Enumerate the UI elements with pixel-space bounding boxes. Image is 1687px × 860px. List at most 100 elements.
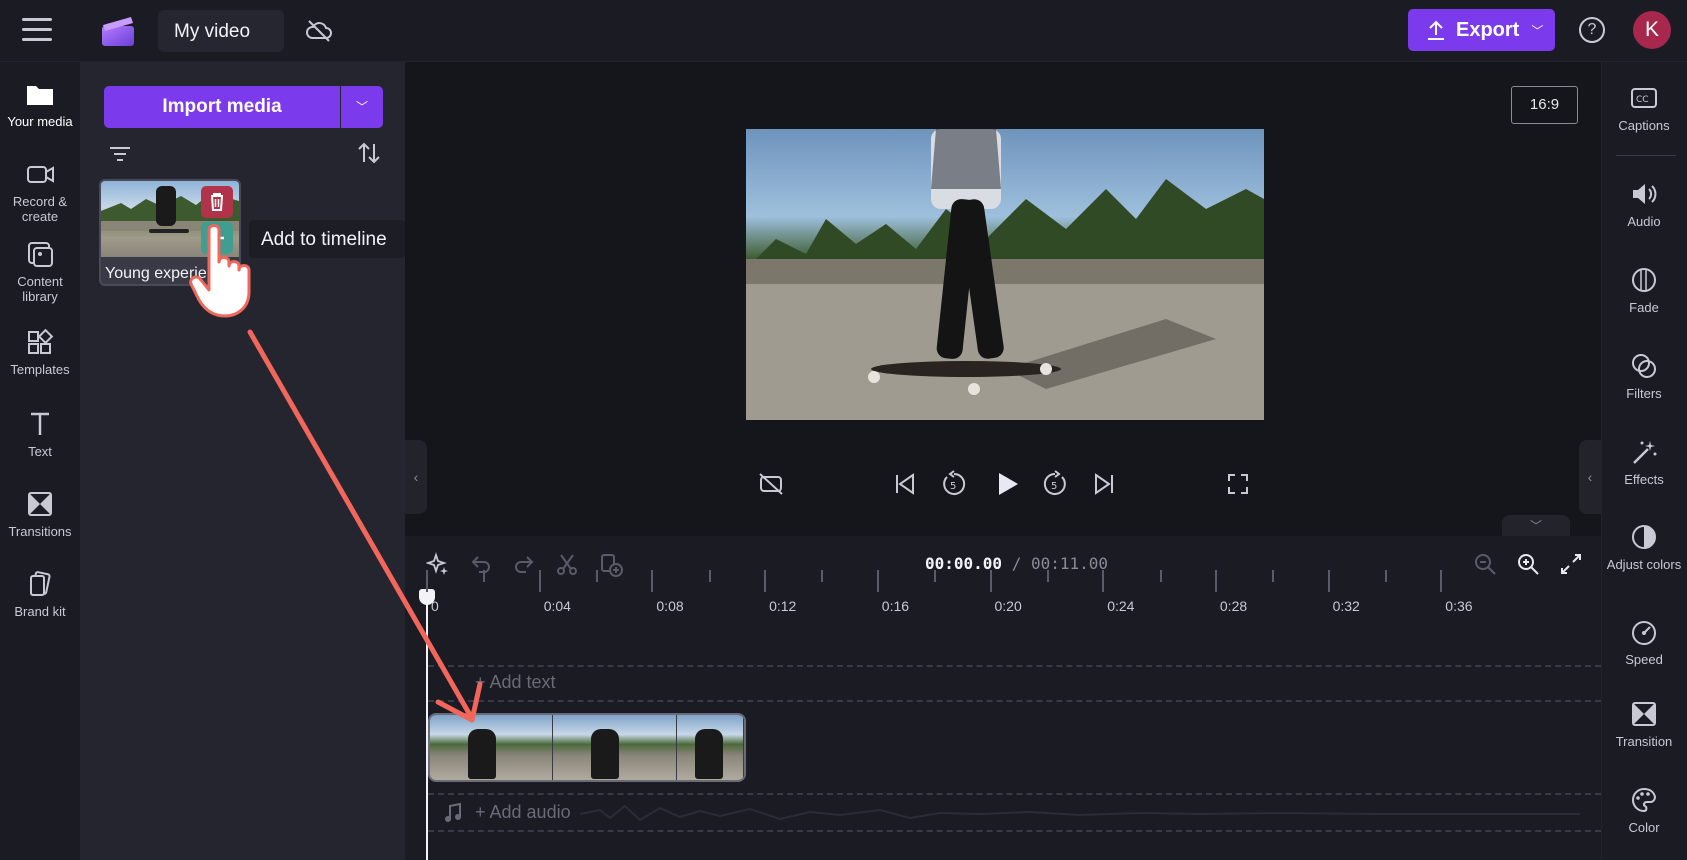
audio-track-divider	[428, 830, 1601, 832]
nav-transitions[interactable]: Transitions	[0, 490, 80, 539]
captions-icon: CC	[1629, 84, 1659, 112]
toggle-preview-icon[interactable]	[758, 472, 784, 496]
svg-text:5: 5	[950, 481, 956, 492]
nav-text[interactable]: Text	[0, 410, 80, 459]
clip-frame	[553, 715, 677, 780]
video-clip[interactable]	[428, 713, 746, 782]
magic-sparkle-icon[interactable]	[426, 552, 450, 576]
svg-text:CC: CC	[1636, 95, 1649, 105]
forward-5-icon[interactable]: 5	[1041, 470, 1069, 498]
right-nav-divider	[1616, 155, 1676, 156]
skip-back-icon[interactable]	[893, 472, 917, 496]
ruler-minor-tick	[1384, 570, 1387, 582]
nav-audio[interactable]: Audio	[1601, 180, 1687, 229]
fullscreen-icon[interactable]	[1226, 472, 1250, 496]
add-to-timeline-tooltip: Add to timeline	[249, 220, 405, 258]
nav-filters[interactable]: Filters	[1601, 352, 1687, 401]
ruler-minor-tick	[596, 570, 599, 582]
fade-icon	[1629, 266, 1659, 294]
add-audio-track[interactable]: + Add audio	[475, 802, 571, 823]
nav-color[interactable]: Color	[1601, 786, 1687, 835]
ruler-major-tick	[1440, 570, 1443, 592]
pointer-hand-cursor-icon	[187, 222, 259, 320]
ruler-major-tick	[764, 570, 767, 592]
filter-icon[interactable]	[108, 144, 132, 164]
rewind-5-icon[interactable]: 5	[940, 470, 968, 498]
nav-label: Your media	[7, 114, 73, 129]
nav-label: Audio	[1627, 214, 1661, 229]
cloud-off-icon[interactable]	[305, 18, 333, 44]
nav-templates[interactable]: Templates	[0, 328, 80, 377]
ruler-minor-tick	[934, 570, 937, 582]
aspect-ratio-button[interactable]: 16:9	[1511, 86, 1578, 124]
menu-icon[interactable]	[22, 18, 52, 42]
nav-transition[interactable]: Transition	[1601, 700, 1687, 749]
ruler-label: 0:04	[543, 598, 571, 614]
audio-waveform-placeholder	[580, 800, 1580, 828]
ruler-minor-tick	[1046, 570, 1049, 582]
nav-label: Adjust colors	[1606, 557, 1682, 572]
transition-icon	[1629, 700, 1659, 728]
redo-icon[interactable]	[512, 552, 536, 576]
chevron-down-icon: ﹀	[1529, 519, 1542, 533]
import-dropdown-button[interactable]: ﹀	[341, 86, 383, 128]
nav-adjust-colors[interactable]: Adjust colors	[1601, 523, 1687, 572]
collapse-left-panel-button[interactable]: ‹	[405, 440, 427, 514]
speaker-icon	[1629, 180, 1659, 208]
ruler-label: 0:16	[881, 598, 910, 614]
chevron-left-icon: ‹	[413, 469, 419, 485]
top-bar: My video Export ﹀ ? K	[0, 0, 1687, 62]
scissors-icon[interactable]	[555, 552, 579, 576]
nav-record-create[interactable]: Record & create	[0, 160, 80, 224]
ruler-major-tick	[989, 570, 992, 592]
ruler-label: 0:36	[1445, 598, 1473, 614]
skip-forward-icon[interactable]	[1092, 472, 1116, 496]
clip-frame	[676, 715, 744, 780]
avatar[interactable]: K	[1633, 11, 1671, 49]
import-media-button[interactable]: Import media	[104, 86, 340, 128]
playhead[interactable]	[426, 596, 428, 860]
ruler-major-tick	[1214, 570, 1217, 592]
adjust-colors-icon	[1629, 523, 1659, 551]
nav-label: Fade	[1629, 300, 1659, 315]
nav-effects[interactable]: Effects	[1601, 438, 1687, 487]
trash-icon	[211, 193, 223, 211]
nav-speed[interactable]: Speed	[1601, 618, 1687, 667]
zoom-out-icon[interactable]	[1473, 552, 1497, 576]
sort-icon[interactable]	[356, 140, 382, 166]
chevron-right-icon: ‹	[1587, 469, 1593, 485]
play-icon[interactable]	[993, 470, 1021, 498]
fit-timeline-icon[interactable]	[1559, 552, 1583, 576]
clipchamp-logo-icon	[100, 14, 136, 48]
nav-label: Captions	[1618, 118, 1670, 133]
ruler-major-tick	[651, 570, 654, 592]
nav-label: Text	[28, 444, 52, 459]
ruler-label: 0:08	[656, 598, 684, 614]
duplicate-icon[interactable]	[598, 552, 624, 578]
help-icon[interactable]: ?	[1579, 17, 1605, 43]
time-separator: /	[1002, 554, 1031, 573]
project-title-field[interactable]: My video	[158, 10, 284, 52]
delete-media-button[interactable]	[201, 186, 233, 218]
nav-label: Speed	[1625, 652, 1663, 667]
export-button[interactable]: Export ﹀	[1408, 9, 1555, 51]
nav-label: Effects	[1624, 472, 1664, 487]
audio-track-divider	[428, 793, 1601, 795]
templates-icon	[25, 328, 55, 356]
zoom-in-icon[interactable]	[1516, 552, 1540, 576]
ruler-label: 0:28	[1219, 598, 1248, 614]
ruler-label: 0:12	[769, 598, 797, 614]
undo-icon[interactable]	[469, 552, 493, 576]
nav-captions[interactable]: CC Captions	[1601, 84, 1687, 133]
music-note-icon	[443, 802, 463, 824]
nav-fade[interactable]: Fade	[1601, 266, 1687, 315]
collapse-preview-button[interactable]: ﹀	[1502, 515, 1570, 537]
nav-content-library[interactable]: Content library	[0, 240, 80, 304]
nav-brand-kit[interactable]: Brand kit	[0, 570, 80, 619]
nav-label: Brand kit	[14, 604, 66, 619]
collapse-right-panel-button[interactable]: ‹	[1579, 440, 1601, 514]
text-track-divider	[428, 665, 1601, 667]
chevron-down-icon: ﹀	[355, 100, 368, 114]
add-text-track[interactable]: + Add text	[475, 672, 556, 693]
nav-your-media[interactable]: Your media	[0, 80, 80, 129]
